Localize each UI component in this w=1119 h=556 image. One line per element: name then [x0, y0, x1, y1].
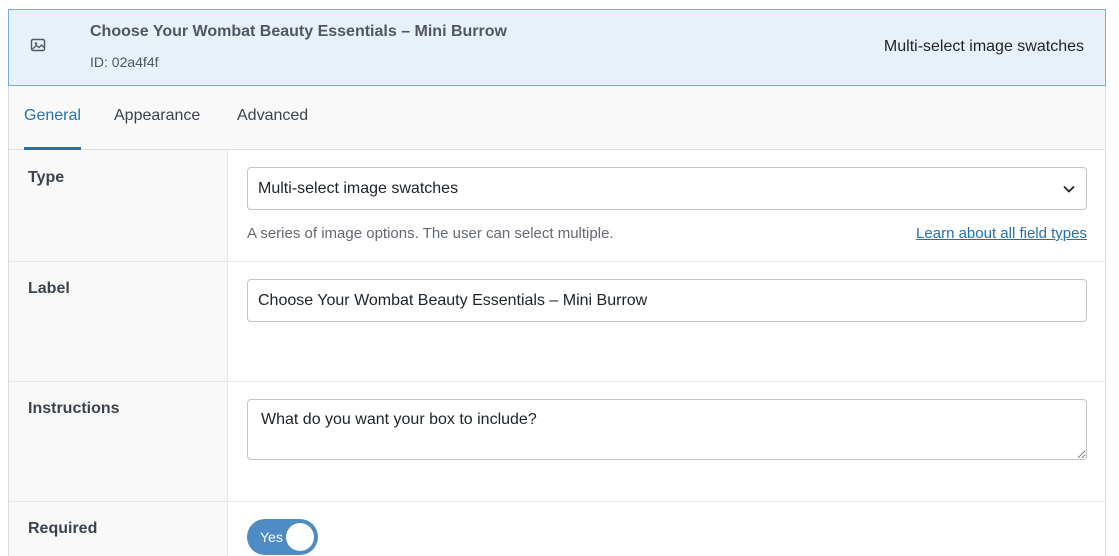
field-id: ID: 02a4f4f: [90, 54, 159, 70]
instructions-label-column: Instructions: [9, 382, 228, 501]
required-toggle[interactable]: Yes: [247, 519, 318, 555]
label-label: Label: [28, 280, 70, 297]
label-label-column: Label: [9, 262, 228, 381]
chevron-down-icon: [1063, 185, 1075, 193]
type-help-text: A series of image options. The user can …: [247, 225, 614, 242]
type-select[interactable]: Multi-select image swatches: [247, 167, 1087, 210]
field-settings-panel: General Appearance Advanced Type Multi-s…: [8, 86, 1106, 556]
image-icon: [30, 38, 46, 52]
type-label: Type: [28, 169, 65, 186]
label-row: Label: [9, 262, 1105, 382]
field-title: Choose Your Wombat Beauty Essentials – M…: [90, 23, 507, 40]
instructions-row: Instructions What do you want your box t…: [9, 382, 1105, 502]
type-select-value: Multi-select image swatches: [258, 180, 459, 197]
required-label-column: Required: [9, 502, 228, 556]
label-input[interactable]: [247, 279, 1087, 322]
settings-tabs: General Appearance Advanced: [9, 86, 1105, 150]
required-toggle-label: Yes: [260, 529, 283, 545]
instructions-textarea[interactable]: What do you want your box to include?: [247, 399, 1087, 460]
field-header[interactable]: Choose Your Wombat Beauty Essentials – M…: [8, 9, 1106, 86]
tab-appearance[interactable]: Appearance: [114, 107, 200, 150]
learn-field-types-link[interactable]: Learn about all field types: [916, 225, 1087, 242]
field-type-label: Multi-select image swatches: [883, 38, 1084, 55]
toggle-knob: [286, 523, 314, 551]
type-label-column: Type: [9, 150, 228, 261]
required-label: Required: [28, 520, 98, 537]
tab-general[interactable]: General: [24, 107, 81, 150]
tab-advanced[interactable]: Advanced: [237, 107, 308, 150]
type-row: Type Multi-select image swatches A serie…: [9, 150, 1105, 262]
instructions-label: Instructions: [28, 400, 120, 417]
required-row: Required Yes: [9, 502, 1105, 556]
